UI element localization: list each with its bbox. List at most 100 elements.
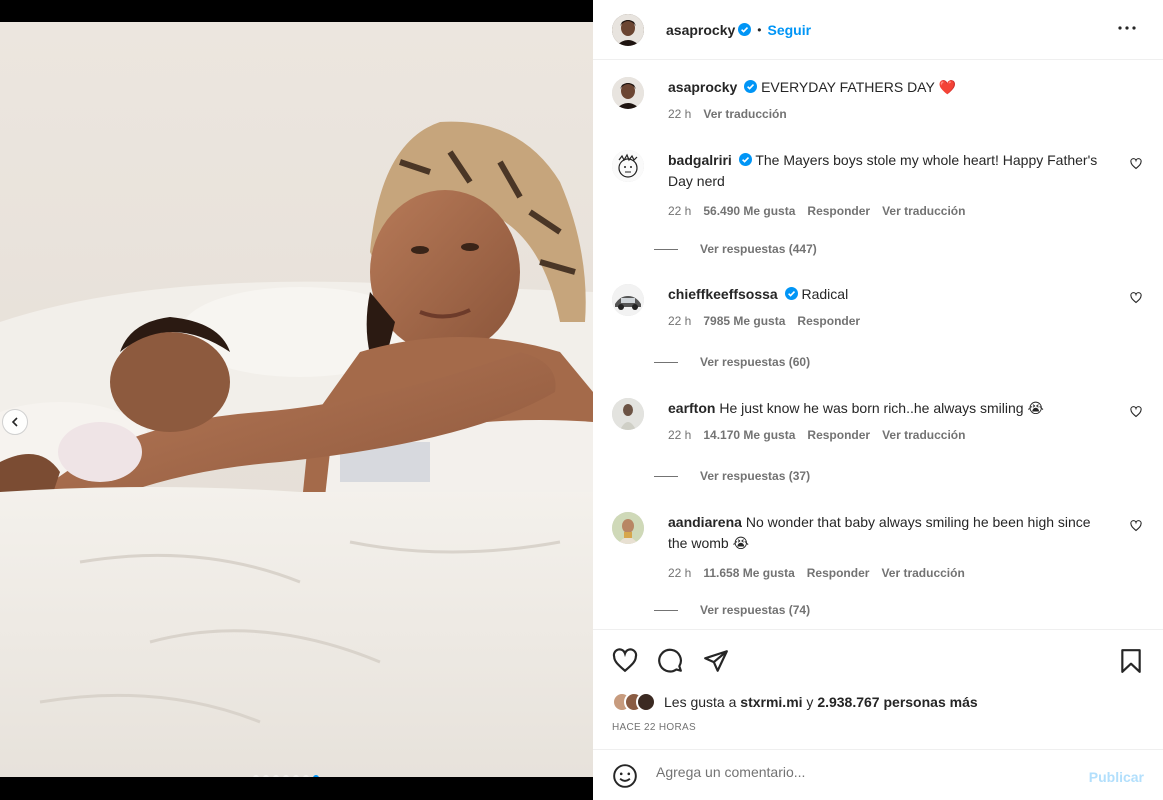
view-replies-button[interactable]: Ver respuestas (74) (654, 603, 810, 617)
comment-meta: 22 h 56.490 Me gusta Responder Ver tradu… (668, 201, 1108, 222)
comment-text: He just know he was born rich..he always… (719, 400, 1044, 416)
save-button[interactable] (1119, 648, 1143, 679)
comment-reply-button[interactable]: Responder (807, 201, 870, 222)
likes-prefix: Les gusta a (664, 694, 737, 710)
follow-button[interactable]: Seguir (767, 22, 811, 38)
comment-reply-button[interactable]: Responder (807, 425, 870, 446)
verified-badge-icon (744, 80, 758, 93)
replies-divider (654, 609, 678, 611)
verified-badge-icon (738, 153, 752, 166)
likes-others-link[interactable]: 2.938.767 personas más (817, 694, 977, 710)
photo-illustration (0, 22, 593, 777)
avatar-image (612, 77, 644, 109)
carousel-dot[interactable] (303, 775, 309, 777)
view-replies-button[interactable]: Ver respuestas (60) (654, 355, 810, 369)
liker-username[interactable]: stxrmi.mi (740, 694, 802, 710)
carousel-dot[interactable] (273, 775, 279, 777)
bookmark-icon (1121, 649, 1141, 673)
comment-composer: Publicar (593, 749, 1163, 800)
caption-username[interactable]: asaprocky (668, 79, 737, 95)
commenter-avatar[interactable] (612, 398, 644, 430)
emoji-smile-icon (613, 764, 637, 788)
post-timestamp[interactable]: HACE 22 HORAS (612, 722, 696, 733)
comment-text-row: aandiarena No wonder that baby always sm… (668, 512, 1108, 554)
heart-outline-icon (1130, 292, 1142, 304)
carousel-prev-button[interactable] (2, 409, 28, 435)
chevron-left-icon (11, 417, 18, 427)
comment-input[interactable] (656, 764, 1056, 780)
comment-meta: 22 h 11.658 Me gusta Responder Ver tradu… (668, 563, 1108, 584)
carousel-dot[interactable] (263, 775, 269, 777)
carousel-dot[interactable] (313, 775, 319, 777)
red-heart-emoji: ❤️ (938, 79, 956, 95)
avatar-image (612, 398, 644, 430)
avatar-image (612, 512, 644, 544)
commenter-avatar[interactable] (612, 284, 644, 316)
comment-body: badgalriri The Mayers boys stole my whol… (668, 150, 1108, 222)
carousel-dots (253, 775, 319, 777)
comment-likes-link[interactable]: 56.490 Me gusta (703, 201, 795, 222)
heart-outline-icon (1130, 520, 1142, 532)
emoji-button[interactable] (612, 763, 638, 794)
post-actions: Les gusta a stxrmi.mi y 2.938.767 person… (593, 629, 1163, 749)
comment-text-row: badgalriri The Mayers boys stole my whol… (668, 150, 1108, 192)
like-button[interactable] (612, 648, 638, 679)
carousel-dot[interactable] (253, 775, 259, 777)
comment-like-button[interactable] (1130, 157, 1142, 175)
view-replies-button[interactable]: Ver respuestas (447) (654, 242, 817, 256)
comment-meta: 22 h 14.170 Me gusta Responder Ver tradu… (668, 425, 1108, 446)
comment-likes-link[interactable]: 11.658 Me gusta (703, 563, 794, 584)
comment-username[interactable]: earfton (668, 400, 715, 416)
comment-like-button[interactable] (1130, 405, 1142, 423)
post-photo[interactable] (0, 22, 593, 777)
carousel-dot[interactable] (293, 775, 299, 777)
post-media (0, 0, 593, 800)
comment-username[interactable]: badgalriri (668, 152, 732, 168)
comment-like-button[interactable] (1130, 291, 1142, 309)
view-replies-button[interactable]: Ver respuestas (37) (654, 469, 810, 483)
comment-translate-link[interactable]: Ver traducción (882, 425, 965, 446)
avatar-image (612, 284, 644, 316)
more-horizontal-icon (1118, 26, 1136, 30)
heart-outline-icon (1130, 406, 1142, 418)
heart-outline-icon (1130, 158, 1142, 170)
comment-reply-button[interactable]: Responder (807, 563, 870, 584)
caption-meta: 22 h Ver traducción (668, 104, 1108, 125)
post-header: asaprocky • Seguir (593, 0, 1163, 60)
commenter-avatar[interactable] (612, 150, 644, 182)
comment-likes-link[interactable]: 14.170 Me gusta (703, 425, 795, 446)
caption-text-row: asaprocky EVERYDAY FATHERS DAY ❤️ (668, 77, 1108, 98)
carousel-dot[interactable] (283, 775, 289, 777)
comment-likes-link[interactable]: 7985 Me gusta (703, 311, 785, 332)
author-username[interactable]: asaprocky (666, 22, 735, 38)
comment-reply-button[interactable]: Responder (797, 311, 860, 332)
comment-button[interactable] (657, 648, 683, 679)
author-avatar[interactable] (612, 13, 644, 46)
comment-like-button[interactable] (1130, 519, 1142, 537)
comment-translate-link[interactable]: Ver traducción (881, 563, 964, 584)
more-options-button[interactable] (1115, 16, 1139, 45)
comment-body: earfton He just know he was born rich..h… (668, 398, 1108, 446)
caption-translate-link[interactable]: Ver traducción (703, 104, 786, 125)
publish-button[interactable]: Publicar (1089, 769, 1144, 785)
paper-plane-icon (704, 650, 728, 672)
likes-text: Les gusta a stxrmi.mi y 2.938.767 person… (664, 694, 978, 710)
comment-text-row: earfton He just know he was born rich..h… (668, 398, 1108, 419)
liker-avatar (636, 692, 656, 712)
comment-username[interactable]: chieffkeeffsossa (668, 286, 778, 302)
caption-author-avatar[interactable] (612, 77, 644, 109)
comments-list[interactable]: asaprocky EVERYDAY FATHERS DAY ❤️ 22 h V… (593, 61, 1163, 629)
comment-username[interactable]: aandiarena (668, 514, 742, 530)
replies-divider (654, 475, 678, 477)
share-button[interactable] (703, 648, 729, 679)
likes-summary: Les gusta a stxrmi.mi y 2.938.767 person… (612, 692, 978, 712)
comment-text: Radical (801, 286, 849, 302)
comment-bubble-icon (658, 648, 682, 673)
comment-text-row: chieffkeeffsossa Radical (668, 284, 1108, 305)
comment-time: 22 h (668, 204, 692, 218)
replies-divider (654, 361, 678, 363)
comment-text: The Mayers boys stole my whole heart! Ha… (668, 152, 1098, 189)
commenter-avatar[interactable] (612, 512, 644, 544)
comment-translate-link[interactable]: Ver traducción (882, 201, 965, 222)
comment-time: 22 h (668, 566, 692, 580)
